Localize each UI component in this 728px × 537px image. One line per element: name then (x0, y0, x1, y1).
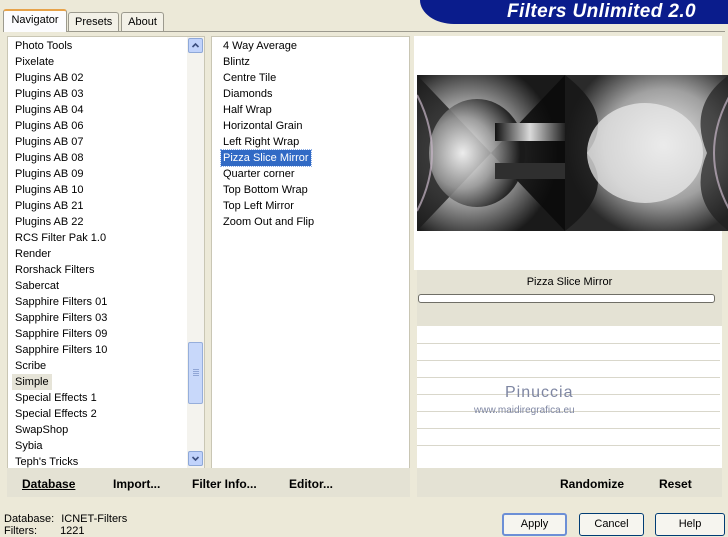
scroll-thumb[interactable] (188, 342, 203, 404)
param-row (417, 377, 720, 378)
param-row (417, 445, 720, 446)
category-item[interactable]: Plugins AB 09 (15, 166, 84, 182)
category-item[interactable]: Photo Tools (15, 38, 72, 54)
category-scrollbar[interactable] (187, 37, 204, 468)
category-item[interactable]: Plugins AB 06 (15, 118, 84, 134)
parameter-slider[interactable] (418, 294, 715, 303)
param-row (417, 343, 720, 344)
category-item[interactable]: Sapphire Filters 01 (15, 294, 107, 310)
category-item[interactable]: Sapphire Filters 10 (15, 342, 107, 358)
tab-presets[interactable]: Presets (68, 12, 119, 31)
reset-button[interactable]: Reset (659, 477, 692, 491)
filter-item[interactable]: Blintz (223, 54, 250, 70)
tab-navigator[interactable]: Navigator (3, 9, 67, 32)
category-item[interactable]: Plugins AB 04 (15, 102, 84, 118)
filter-info-button[interactable]: Filter Info... (192, 477, 257, 491)
database-button[interactable]: Database (22, 477, 75, 491)
preview-panel (414, 36, 728, 270)
filter-item[interactable]: Zoom Out and Flip (223, 214, 314, 230)
apply-button[interactable]: Apply (502, 513, 567, 536)
category-item[interactable]: Sabercat (15, 278, 59, 294)
filter-item[interactable]: Diamonds (223, 86, 273, 102)
chevron-down-icon (191, 456, 200, 462)
status-database-label: Database: (4, 513, 55, 525)
import-button[interactable]: Import... (113, 477, 160, 491)
tab-about[interactable]: About (121, 12, 164, 31)
filter-item[interactable]: Left Right Wrap (223, 134, 299, 150)
preview-filter-name: Pizza Slice Mirror (526, 276, 613, 288)
status-filters-label: Filters: (4, 525, 37, 537)
banner: Filters Unlimited 2.0 (420, 0, 728, 24)
param-row (417, 360, 720, 361)
category-item[interactable]: Plugins AB 08 (15, 150, 84, 166)
watermark-name: Pinuccia (505, 384, 574, 401)
status-database-value: ICNET-Filters (61, 513, 128, 525)
category-item[interactable]: Special Effects 2 (15, 406, 97, 422)
filter-item[interactable]: 4 Way Average (223, 38, 297, 54)
cancel-button[interactable]: Cancel (579, 513, 644, 536)
scroll-up-button[interactable] (188, 38, 203, 53)
filter-item[interactable]: Half Wrap (223, 102, 272, 118)
chevron-up-icon (191, 42, 200, 48)
category-item[interactable]: Simple (12, 374, 52, 390)
category-item[interactable]: RCS Filter Pak 1.0 (15, 230, 106, 246)
category-item[interactable]: Sybia (15, 438, 43, 454)
category-item[interactable]: Plugins AB 02 (15, 70, 84, 86)
category-item[interactable]: Special Effects 1 (15, 390, 97, 406)
filter-item[interactable]: Top Left Mirror (223, 198, 294, 214)
category-item[interactable]: Plugins AB 21 (15, 198, 84, 214)
status-database: Database: ICNET-Filters (4, 513, 127, 525)
category-item[interactable]: Sapphire Filters 09 (15, 326, 107, 342)
category-list[interactable]: Photo Tools Pixelate Plugins AB 02 Plugins … (7, 36, 205, 469)
scroll-down-button[interactable] (188, 451, 203, 466)
status-filters: Filters: 1221 (4, 525, 85, 537)
watermark-url: www.maidiregrafica.eu (474, 405, 575, 416)
category-item[interactable]: Plugins AB 03 (15, 86, 84, 102)
grip-line (193, 375, 199, 376)
preview-image (417, 75, 728, 231)
help-button[interactable]: Help (655, 513, 725, 536)
filter-item[interactable]: Pizza Slice Mirror (220, 149, 312, 167)
banner-title: Filters Unlimited 2.0 (507, 1, 696, 22)
filter-item[interactable]: Horizontal Grain (223, 118, 302, 134)
category-item[interactable]: Pixelate (15, 54, 54, 70)
param-row (417, 428, 720, 429)
category-item[interactable]: Render (15, 246, 51, 262)
editor-button[interactable]: Editor... (289, 477, 333, 491)
filter-item[interactable]: Quarter corner (223, 166, 295, 182)
category-item[interactable]: Scribe (15, 358, 46, 374)
grip-line (193, 373, 199, 374)
status-filters-value: 1221 (60, 525, 85, 537)
category-item[interactable]: Plugins AB 22 (15, 214, 84, 230)
tab-divider (3, 31, 725, 32)
category-item[interactable]: Rorshack Filters (15, 262, 94, 278)
filter-list[interactable]: 4 Way Average Blintz Centre Tile Diamonds Ha… (211, 36, 410, 469)
category-item[interactable]: SwapShop (15, 422, 68, 438)
filter-item[interactable]: Top Bottom Wrap (223, 182, 308, 198)
category-item[interactable]: Plugins AB 07 (15, 134, 84, 150)
grip-line (193, 369, 199, 370)
filter-item[interactable]: Centre Tile (223, 70, 276, 86)
category-item[interactable]: Plugins AB 10 (15, 182, 84, 198)
grip-line (193, 371, 199, 372)
category-item[interactable]: Sapphire Filters 03 (15, 310, 107, 326)
randomize-button[interactable]: Randomize (560, 477, 624, 491)
